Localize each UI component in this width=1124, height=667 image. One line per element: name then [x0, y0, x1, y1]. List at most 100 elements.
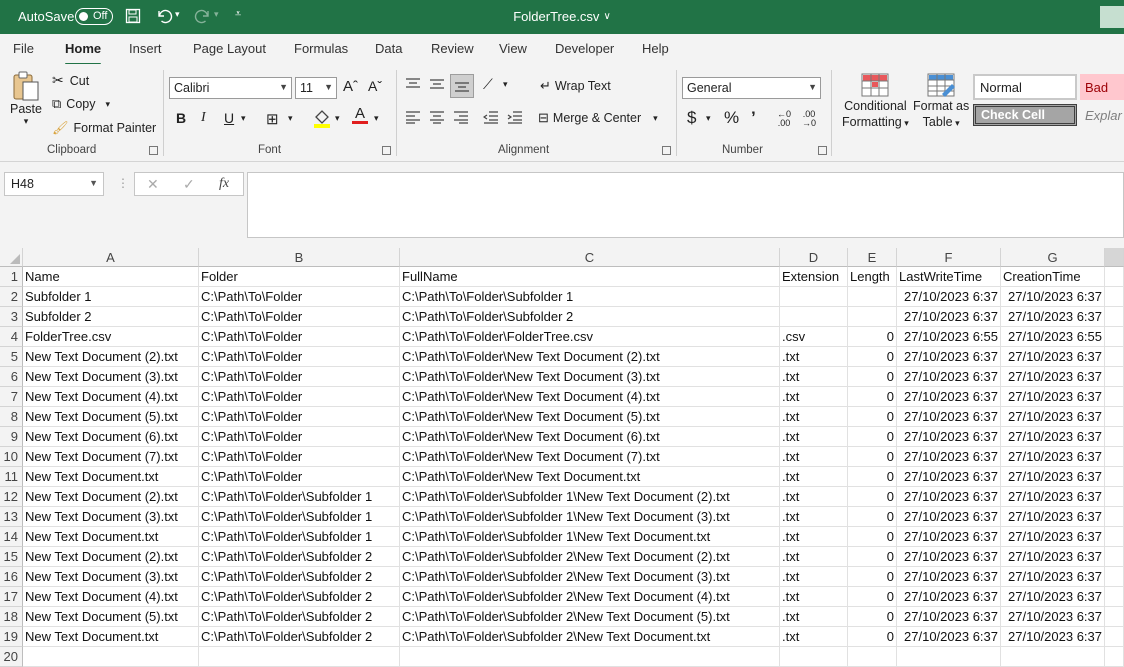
table-cell[interactable]: New Text Document (7).txt [23, 447, 199, 467]
table-cell[interactable]: 27/10/2023 6:37 [1001, 607, 1105, 627]
table-cell[interactable]: C:\Path\To\Folder\Subfolder 2 [199, 607, 400, 627]
tab-developer[interactable]: Developer [555, 41, 614, 56]
table-cell[interactable]: 27/10/2023 6:37 [1001, 487, 1105, 507]
orientation-dropdown-icon[interactable]: ▾ [503, 79, 508, 90]
row-header[interactable]: 2 [0, 287, 23, 307]
merge-center-button[interactable]: ⊟ Merge & Center ▾ [538, 110, 658, 126]
header-cell[interactable]: Length [848, 267, 897, 287]
table-cell[interactable]: 0 [848, 467, 897, 487]
table-cell[interactable]: .csv [780, 327, 848, 347]
column-header-b[interactable]: B [199, 248, 400, 267]
header-cell[interactable]: Folder [199, 267, 400, 287]
table-cell[interactable]: C:\Path\To\Folder\New Text Document (4).… [400, 387, 780, 407]
header-cell[interactable]: LastWriteTime [897, 267, 1001, 287]
column-header-c[interactable]: C [400, 248, 780, 267]
column-header-a[interactable]: A [23, 248, 199, 267]
table-cell[interactable]: C:\Path\To\Folder\Subfolder 2 [199, 587, 400, 607]
table-cell[interactable] [1105, 647, 1124, 667]
table-cell[interactable]: C:\Path\To\Folder\New Text Document (6).… [400, 427, 780, 447]
table-cell[interactable]: .txt [780, 587, 848, 607]
table-cell[interactable]: C:\Path\To\Folder\Subfolder 2 [199, 627, 400, 647]
table-cell[interactable]: 27/10/2023 6:37 [1001, 367, 1105, 387]
table-cell[interactable] [23, 647, 199, 667]
number-format-select[interactable]: General ▼ [682, 77, 821, 99]
align-left-icon[interactable] [405, 110, 421, 124]
table-cell[interactable]: C:\Path\To\Folder\FolderTree.csv [400, 327, 780, 347]
table-cell[interactable]: 27/10/2023 6:37 [897, 287, 1001, 307]
table-cell[interactable] [1105, 267, 1124, 287]
table-cell[interactable]: C:\Path\To\Folder [199, 287, 400, 307]
italic-button[interactable]: I [201, 110, 206, 126]
table-cell[interactable]: .txt [780, 347, 848, 367]
orientation-icon[interactable]: ⟋ [483, 76, 493, 93]
table-cell[interactable]: 27/10/2023 6:37 [897, 407, 1001, 427]
table-cell[interactable]: 0 [848, 347, 897, 367]
table-cell[interactable]: 0 [848, 407, 897, 427]
table-cell[interactable]: C:\Path\To\Folder\Subfolder 2\New Text D… [400, 547, 780, 567]
decrease-indent-icon[interactable] [483, 110, 499, 124]
spreadsheet-grid[interactable]: A B C D E F G 1 Name Folder FullName Extension Lengt… [0, 248, 1124, 667]
row-header[interactable]: 11 [0, 467, 23, 487]
table-cell[interactable]: 0 [848, 367, 897, 387]
row-header[interactable]: 15 [0, 547, 23, 567]
fill-color-dropdown-icon[interactable]: ▾ [335, 113, 340, 124]
tab-formulas[interactable]: Formulas [294, 41, 348, 56]
row-header[interactable]: 10 [0, 447, 23, 467]
cut-button[interactable]: ✂ Cut [52, 72, 89, 89]
table-cell[interactable]: C:\Path\To\Folder\Subfolder 1 [400, 287, 780, 307]
table-cell[interactable]: .txt [780, 407, 848, 427]
table-cell[interactable]: C:\Path\To\Folder\Subfolder 1 [199, 527, 400, 547]
table-cell[interactable] [1001, 647, 1105, 667]
table-cell[interactable]: C:\Path\To\Folder\Subfolder 1 [199, 507, 400, 527]
percent-button[interactable]: % [724, 108, 739, 128]
table-cell[interactable]: 0 [848, 327, 897, 347]
tab-page-layout[interactable]: Page Layout [193, 41, 266, 56]
table-cell[interactable]: 27/10/2023 6:37 [897, 427, 1001, 447]
table-cell[interactable] [1105, 627, 1124, 647]
table-cell[interactable]: .txt [780, 567, 848, 587]
table-cell[interactable]: .txt [780, 507, 848, 527]
align-right-icon[interactable] [453, 110, 469, 124]
table-cell[interactable] [1105, 547, 1124, 567]
document-title[interactable]: FolderTree.csv ∨ [0, 9, 1124, 24]
align-center-icon[interactable] [429, 110, 445, 124]
table-cell[interactable] [1105, 467, 1124, 487]
row-header[interactable]: 8 [0, 407, 23, 427]
row-header[interactable]: 12 [0, 487, 23, 507]
table-cell[interactable]: 27/10/2023 6:37 [897, 547, 1001, 567]
table-cell[interactable]: 27/10/2023 6:37 [897, 507, 1001, 527]
row-header[interactable]: 20 [0, 647, 23, 667]
row-header[interactable]: 13 [0, 507, 23, 527]
row-header[interactable]: 18 [0, 607, 23, 627]
table-cell[interactable]: 27/10/2023 6:37 [897, 527, 1001, 547]
table-cell[interactable]: New Text Document (5).txt [23, 607, 199, 627]
table-cell[interactable]: C:\Path\To\Folder [199, 447, 400, 467]
underline-dropdown-icon[interactable]: ▾ [241, 113, 246, 124]
table-cell[interactable]: .txt [780, 387, 848, 407]
table-cell[interactable]: New Text Document (4).txt [23, 387, 199, 407]
table-cell[interactable]: 0 [848, 547, 897, 567]
table-cell[interactable] [848, 287, 897, 307]
bold-button[interactable]: B [176, 110, 186, 126]
table-cell[interactable]: C:\Path\To\Folder\New Text Document.txt [400, 467, 780, 487]
formula-input[interactable] [247, 172, 1124, 238]
table-cell[interactable]: .txt [780, 467, 848, 487]
grow-font-button[interactable]: Aˆ [343, 78, 358, 95]
table-cell[interactable]: .txt [780, 607, 848, 627]
table-cell[interactable]: C:\Path\To\Folder [199, 387, 400, 407]
table-cell[interactable]: 0 [848, 607, 897, 627]
table-cell[interactable]: 27/10/2023 6:37 [897, 487, 1001, 507]
alignment-launcher-icon[interactable] [662, 146, 671, 155]
table-cell[interactable]: C:\Path\To\Folder\Subfolder 2\New Text D… [400, 627, 780, 647]
table-cell[interactable]: 27/10/2023 6:37 [1001, 587, 1105, 607]
table-cell[interactable]: New Text Document.txt [23, 627, 199, 647]
currency-button[interactable]: $ [687, 108, 696, 128]
row-header[interactable]: 7 [0, 387, 23, 407]
align-top-icon[interactable] [405, 77, 421, 91]
table-cell[interactable]: 27/10/2023 6:37 [1001, 427, 1105, 447]
table-cell[interactable]: 27/10/2023 6:37 [1001, 347, 1105, 367]
table-cell[interactable] [780, 307, 848, 327]
clipboard-launcher-icon[interactable] [149, 146, 158, 155]
table-cell[interactable]: C:\Path\To\Folder [199, 407, 400, 427]
row-header[interactable]: 9 [0, 427, 23, 447]
